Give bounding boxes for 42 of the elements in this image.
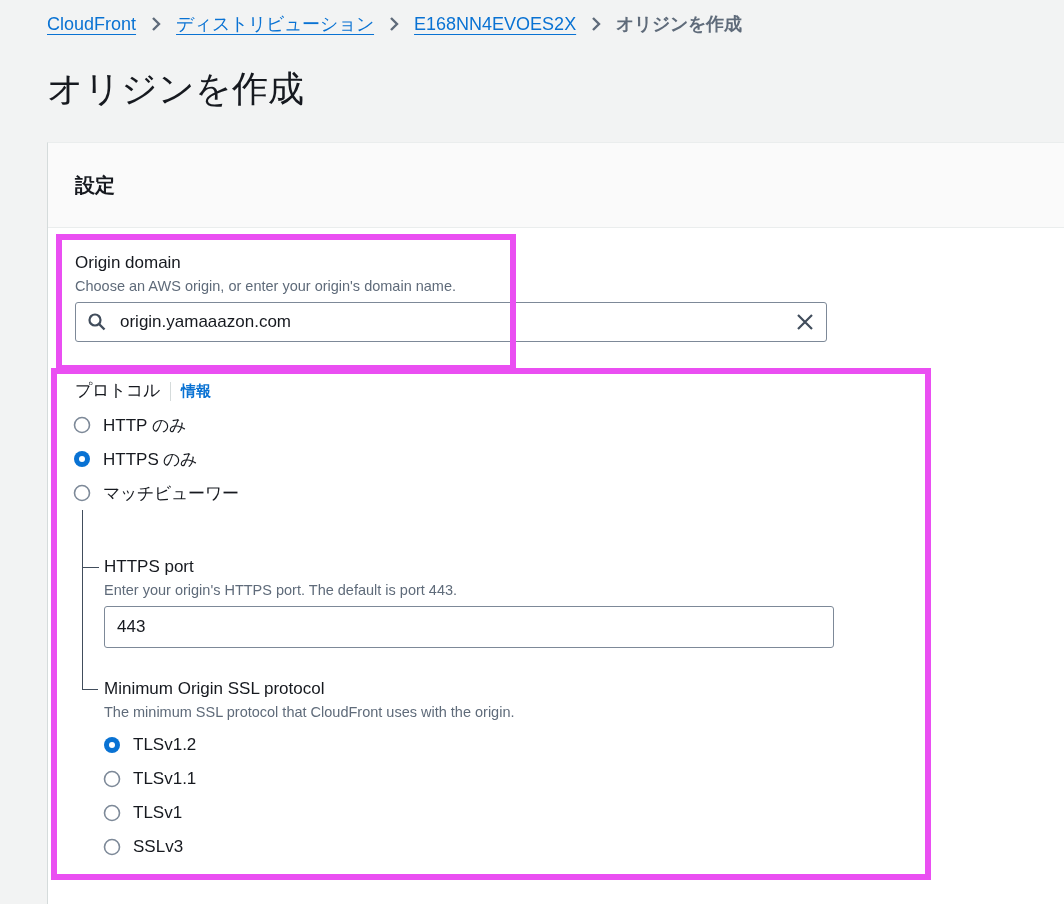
radio-option[interactable]: HTTP のみ [73, 408, 925, 442]
breadcrumb-link[interactable]: ディストリビューション [176, 12, 375, 36]
field-label: Minimum Origin SSL protocol [104, 678, 326, 700]
radio-option[interactable]: SSLv3 [103, 830, 925, 864]
breadcrumb-link[interactable]: E168NN4EVOES2X [414, 13, 577, 35]
radio-button[interactable] [103, 838, 121, 856]
field-description: The minimum SSL protocol that CloudFront uses with the origin. [104, 703, 516, 722]
radio-label: SSLv3 [133, 837, 184, 857]
breadcrumb-current: オリジンを作成 [616, 13, 743, 36]
radio-label: HTTPS のみ [103, 448, 198, 471]
page-title: オリジンを作成 [47, 67, 305, 111]
chevron-right-icon [590, 16, 603, 32]
radio-button[interactable] [73, 450, 91, 468]
radio-label: HTTP のみ [103, 414, 186, 437]
radio-label: マッチビューワー [103, 482, 239, 505]
chevron-right-icon [150, 16, 163, 32]
radio-option[interactable]: TLSv1.2 [103, 728, 925, 762]
radio-button[interactable] [73, 416, 91, 434]
https-port-field[interactable]: 443 [104, 606, 834, 648]
radio-button[interactable] [73, 484, 91, 502]
radio-label: TLSv1 [133, 803, 183, 823]
breadcrumb-link[interactable]: CloudFront [47, 13, 137, 35]
field-description: Enter your origin's HTTPS port. The default is port 443. [104, 581, 459, 600]
chevron-right-icon [388, 16, 401, 32]
origin-domain-field[interactable]: origin.yamaaazon.com [75, 302, 827, 342]
radio-label: TLSv1.1 [133, 769, 197, 789]
radio-option[interactable]: TLSv1 [103, 796, 925, 830]
radio-label: TLSv1.2 [133, 735, 197, 755]
radio-option[interactable]: HTTPS のみ [73, 442, 925, 476]
field-description: Choose an AWS origin, or enter your origin's domain name. [75, 277, 458, 296]
search-icon [87, 312, 107, 332]
field-label: HTTPS port [104, 556, 195, 578]
panel-title: 設定 [75, 172, 115, 198]
info-link[interactable]: 情報 [170, 381, 211, 401]
radio-option[interactable]: マッチビューワー [73, 476, 925, 510]
field-label: プロトコル [75, 380, 160, 402]
radio-option[interactable]: TLSv1.1 [103, 762, 925, 796]
field-label: Origin domain [75, 252, 182, 274]
radio-button[interactable] [103, 736, 121, 754]
clear-icon[interactable] [795, 312, 815, 332]
radio-button[interactable] [103, 770, 121, 788]
radio-button[interactable] [103, 804, 121, 822]
